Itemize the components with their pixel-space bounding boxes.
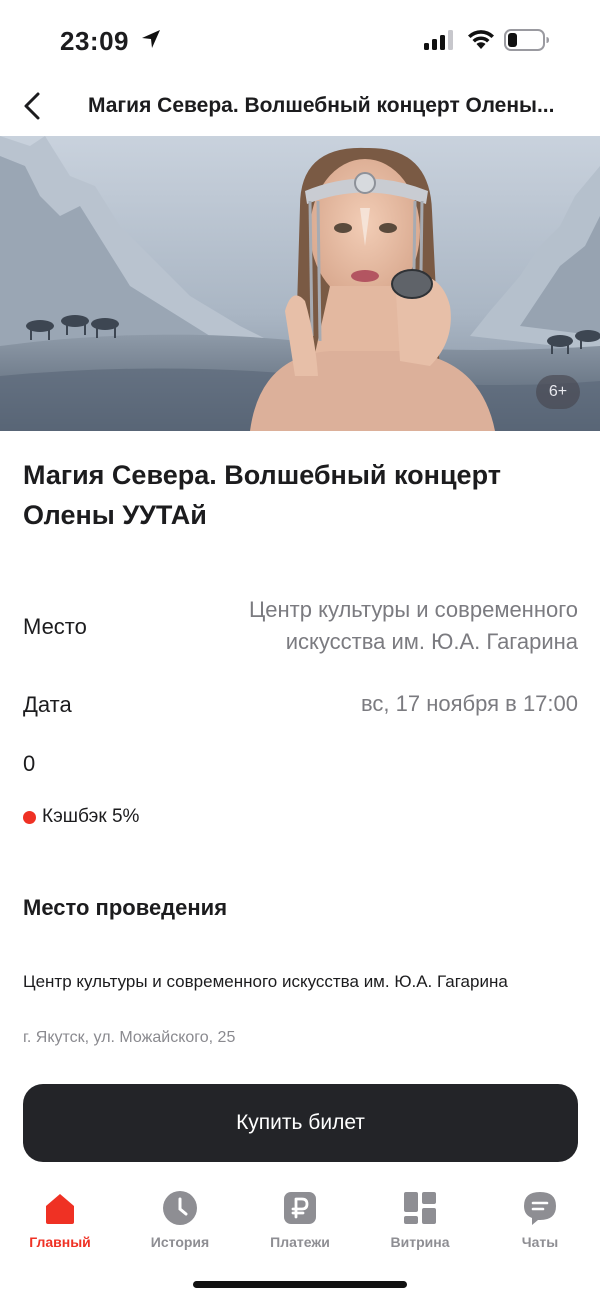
cellular-signal-icon	[424, 30, 453, 50]
cashback-label: Кэшбэк 5%	[42, 806, 140, 827]
tab-showcase-label: Витрина	[390, 1234, 450, 1250]
cashback-dot-icon	[23, 810, 36, 824]
place-value-line2: искусства им. Ю.А. Гагарина	[285, 629, 578, 654]
buy-ticket-button[interactable]: Купить билет	[23, 1084, 578, 1162]
home-indicator	[193, 1281, 407, 1288]
tab-history[interactable]: История	[120, 1190, 240, 1260]
place-label: Место	[23, 614, 87, 639]
tab-bar: Главный История Платежи Витрина Чаты	[0, 1180, 600, 1270]
wifi-icon	[468, 30, 494, 49]
nav-bar: Магия Севера. Волшебный концерт Олены...	[0, 80, 600, 136]
place-value-line1: Центр культуры и современного	[248, 597, 578, 622]
venue-section-title: Место проведения	[23, 895, 228, 920]
status-time: 23:09	[60, 26, 129, 56]
clock-icon	[163, 1191, 197, 1225]
date-label: Дата	[23, 692, 72, 717]
nav-title: Магия Севера. Волшебный концерт Олены...	[88, 94, 555, 117]
age-rating-badge: 6+	[536, 375, 580, 409]
tab-home[interactable]: Главный	[0, 1190, 120, 1260]
event-banner-image: 6+	[0, 136, 600, 431]
status-bar: 23:09	[0, 0, 600, 80]
place-value: Центр культуры и современного искусства …	[249, 594, 578, 658]
home-icon	[46, 1194, 74, 1224]
battery-icon	[504, 29, 549, 51]
tab-payments-label: Платежи	[270, 1234, 330, 1250]
venue-name: Центр культуры и современного искусства …	[23, 972, 508, 991]
chevron-left-icon	[24, 92, 40, 120]
date-value: вс, 17 ноября в 17:00	[360, 691, 578, 716]
tab-showcase[interactable]: Витрина	[360, 1190, 480, 1260]
grid-icon	[404, 1192, 436, 1224]
location-arrow-icon	[142, 30, 160, 48]
chat-bubble-icon	[524, 1192, 556, 1225]
back-button[interactable]	[14, 84, 54, 128]
cashback-badge: Кэшбэк 5%	[23, 806, 139, 828]
venue-address: г. Якутск, ул. Можайского, 25	[23, 1029, 236, 1046]
ruble-icon	[284, 1192, 316, 1224]
price-value: 0	[23, 751, 36, 776]
tab-chats[interactable]: Чаты	[480, 1190, 600, 1260]
tab-history-label: История	[150, 1234, 210, 1250]
tab-payments[interactable]: Платежи	[240, 1190, 360, 1260]
tab-chats-label: Чаты	[521, 1234, 559, 1250]
tab-home-label: Главный	[29, 1234, 91, 1250]
event-title: Магия Севера. Волшебный концерт Олены УУ…	[23, 460, 501, 530]
